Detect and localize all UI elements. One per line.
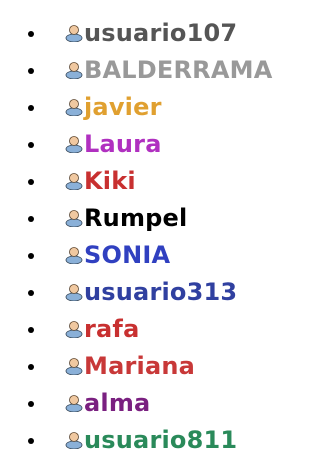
user-list-item[interactable]: rafa xyxy=(0,311,325,348)
user-avatar-icon xyxy=(65,284,83,301)
user-avatar-icon xyxy=(65,321,83,338)
bullet xyxy=(28,438,34,444)
user-name[interactable]: Mariana xyxy=(84,348,195,385)
user-list-item[interactable]: alma xyxy=(0,385,325,422)
bullet xyxy=(28,216,34,222)
bullet xyxy=(28,290,34,296)
user-list-item[interactable]: BALDERRAMA xyxy=(0,52,325,89)
user-list-item[interactable]: Laura xyxy=(0,126,325,163)
user-avatar-icon xyxy=(65,99,83,116)
user-list-item xyxy=(0,0,325,15)
bullet xyxy=(28,179,34,185)
bullet xyxy=(28,31,34,37)
user-name[interactable]: rafa xyxy=(84,311,139,348)
user-list-item[interactable]: Kiki xyxy=(0,163,325,200)
user-name[interactable]: usuario107 xyxy=(84,15,237,52)
bullet xyxy=(28,105,34,111)
user-list-item[interactable]: usuario313 xyxy=(0,274,325,311)
bullet xyxy=(28,364,34,370)
bullet xyxy=(28,253,34,259)
user-name[interactable]: BALDERRAMA xyxy=(84,52,272,89)
user-avatar-icon xyxy=(65,247,83,264)
user-avatar-icon xyxy=(65,210,83,227)
user-avatar-icon xyxy=(65,136,83,153)
user-avatar-icon xyxy=(65,173,83,190)
user-avatar-icon xyxy=(65,25,83,42)
user-list-item[interactable]: Mariana xyxy=(0,348,325,385)
user-list-item[interactable]: SONIA xyxy=(0,237,325,274)
user-avatar-icon xyxy=(65,432,83,449)
bullet xyxy=(28,142,34,148)
user-list-item[interactable]: usuario107 xyxy=(0,15,325,52)
user-list-item[interactable]: Rumpel xyxy=(0,200,325,237)
user-name[interactable]: SONIA xyxy=(84,237,170,274)
user-list: usuario107 BALDERRAMA javier Laura Kiki … xyxy=(0,0,325,456)
user-name[interactable]: alma xyxy=(84,385,150,422)
user-list-item[interactable]: usuario811 xyxy=(0,422,325,456)
user-name[interactable]: Kiki xyxy=(84,163,136,200)
user-list-item[interactable]: javier xyxy=(0,89,325,126)
user-name[interactable]: usuario313 xyxy=(84,274,237,311)
bullet xyxy=(28,327,34,333)
bullet xyxy=(28,68,34,74)
user-name[interactable]: Laura xyxy=(84,126,162,163)
user-avatar-icon xyxy=(65,395,83,412)
user-name[interactable]: usuario811 xyxy=(84,422,237,456)
user-avatar-icon xyxy=(65,62,83,79)
user-name[interactable]: Rumpel xyxy=(84,200,187,237)
user-name[interactable]: javier xyxy=(84,89,162,126)
user-avatar-icon xyxy=(65,358,83,375)
bullet xyxy=(28,401,34,407)
